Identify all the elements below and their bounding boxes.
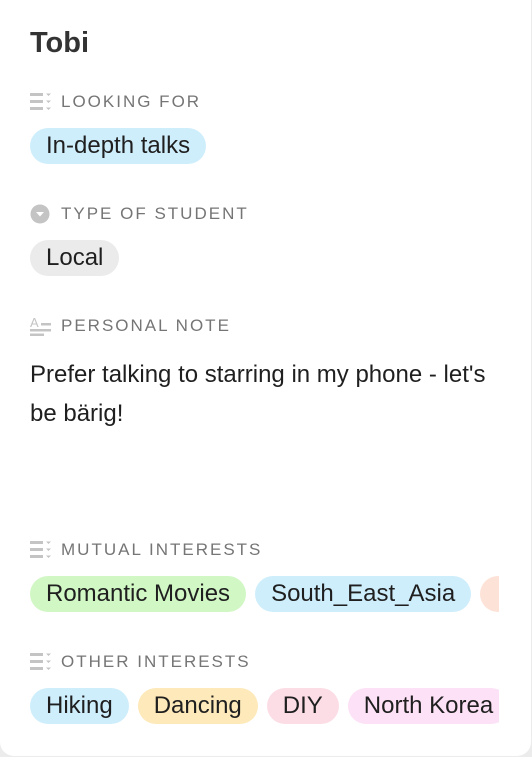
personal-note-text: Prefer talking to starring in my phone -… <box>30 361 486 427</box>
tag-chip[interactable]: DIY <box>266 688 339 724</box>
single-select-icon <box>30 204 50 224</box>
tag-chip[interactable]: Romantic Movies <box>30 576 247 612</box>
tag-chip[interactable]: Dancing <box>137 688 258 724</box>
tag-chip[interactable] <box>480 576 499 612</box>
svg-text:A: A <box>30 316 39 330</box>
long-text-icon: A <box>30 316 51 336</box>
field-label-looking-for: LOOKING FOR <box>30 91 201 113</box>
type-of-student-tags: Local <box>30 240 499 276</box>
field-label-text: MUTUAL INTERESTS <box>61 540 263 559</box>
tag-chip[interactable]: North Korea <box>347 688 499 724</box>
field-label-type-of-student: TYPE OF STUDENT <box>30 203 249 225</box>
tag-chip[interactable]: In-depth talks <box>30 128 207 164</box>
multiple-select-icon <box>30 541 51 558</box>
field-label-text: OTHER INTERESTS <box>61 652 251 671</box>
other-interests-tags: Hiking Dancing DIY North Korea <box>30 688 499 724</box>
field-label-text: PERSONAL NOTE <box>61 316 231 335</box>
tag-chip[interactable]: Local <box>30 240 120 276</box>
tag-chip[interactable]: Hiking <box>30 688 129 724</box>
tag-chip[interactable]: South_East_Asia <box>255 576 472 612</box>
looking-for-tags: In-depth talks <box>30 128 499 164</box>
field-label-personal-note: A PERSONAL NOTE <box>30 315 231 337</box>
record-card: Tobi LOOKING FOR In-depth talks TYPE OF … <box>0 0 531 756</box>
field-label-mutual-interests: MUTUAL INTERESTS <box>30 539 262 561</box>
multiple-select-icon <box>30 653 51 670</box>
record-title: Tobi <box>30 27 90 59</box>
field-label-other-interests: OTHER INTERESTS <box>30 651 251 673</box>
field-label-text: TYPE OF STUDENT <box>61 204 249 223</box>
field-label-text: LOOKING FOR <box>61 92 202 111</box>
mutual-interests-tags: Romantic Movies South_East_Asia <box>30 576 499 612</box>
multiple-select-icon <box>30 93 51 110</box>
